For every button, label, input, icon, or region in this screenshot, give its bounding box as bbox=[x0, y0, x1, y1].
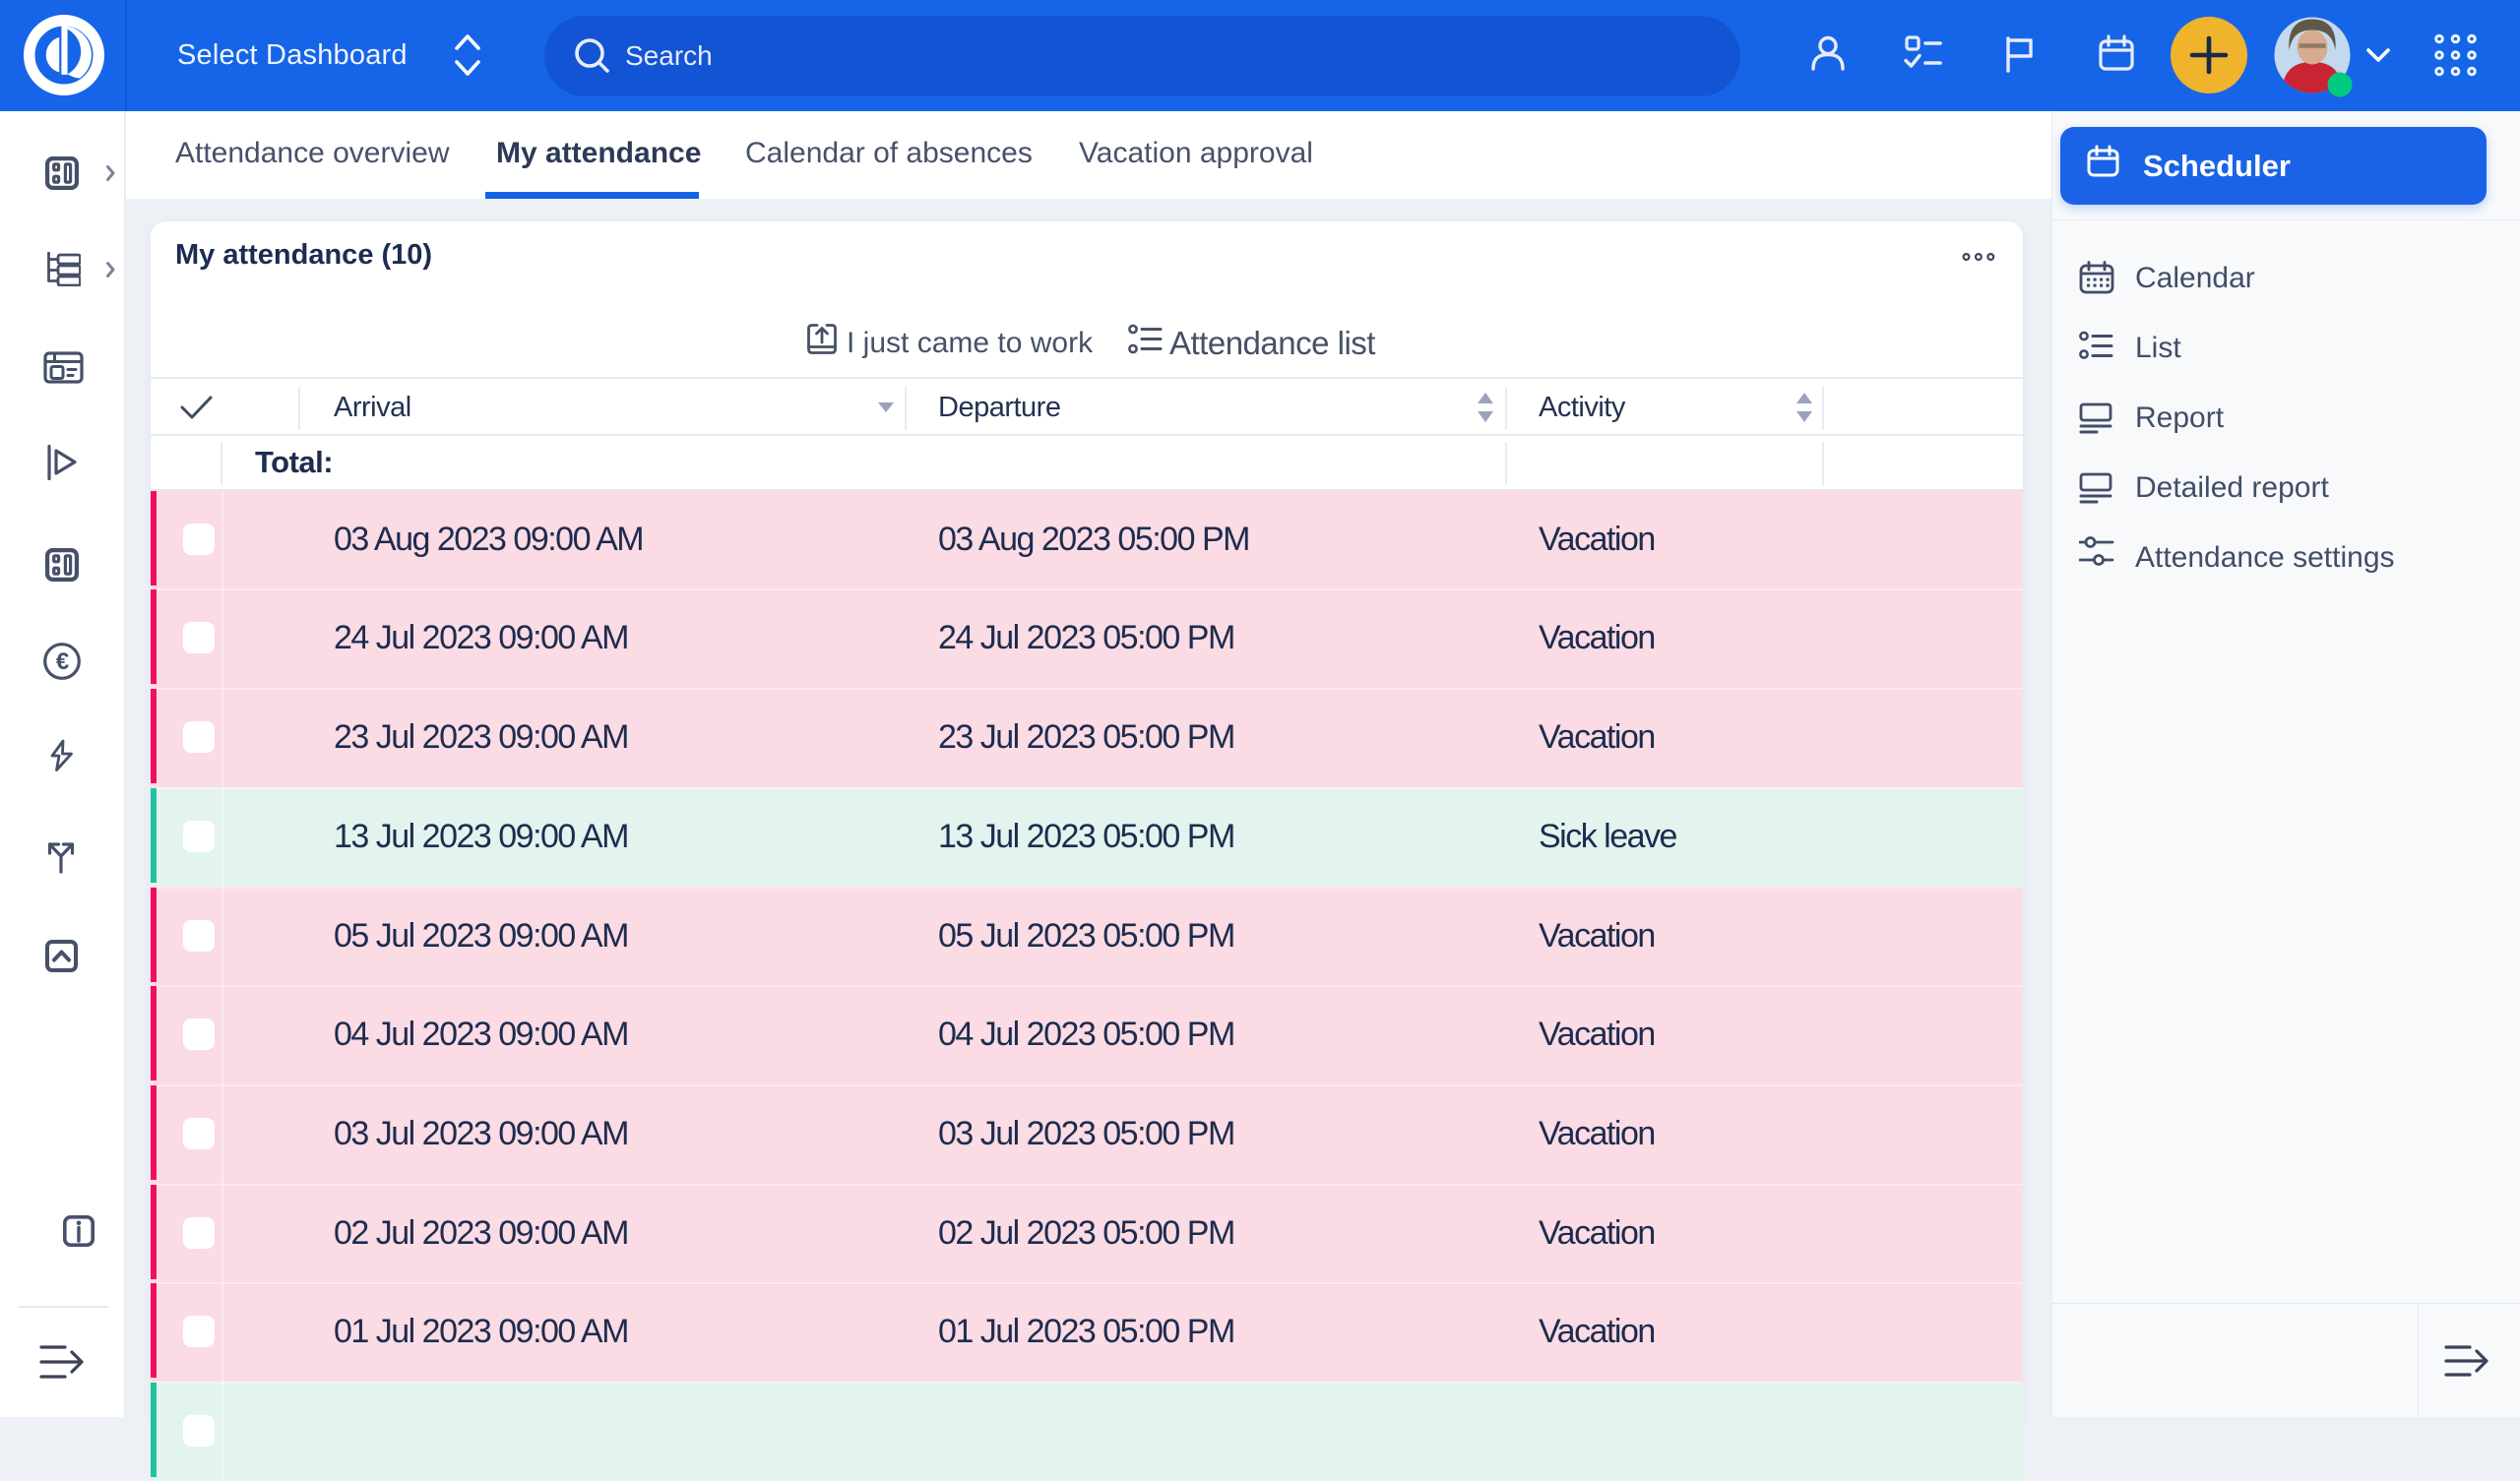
svg-text:€: € bbox=[56, 648, 69, 675]
